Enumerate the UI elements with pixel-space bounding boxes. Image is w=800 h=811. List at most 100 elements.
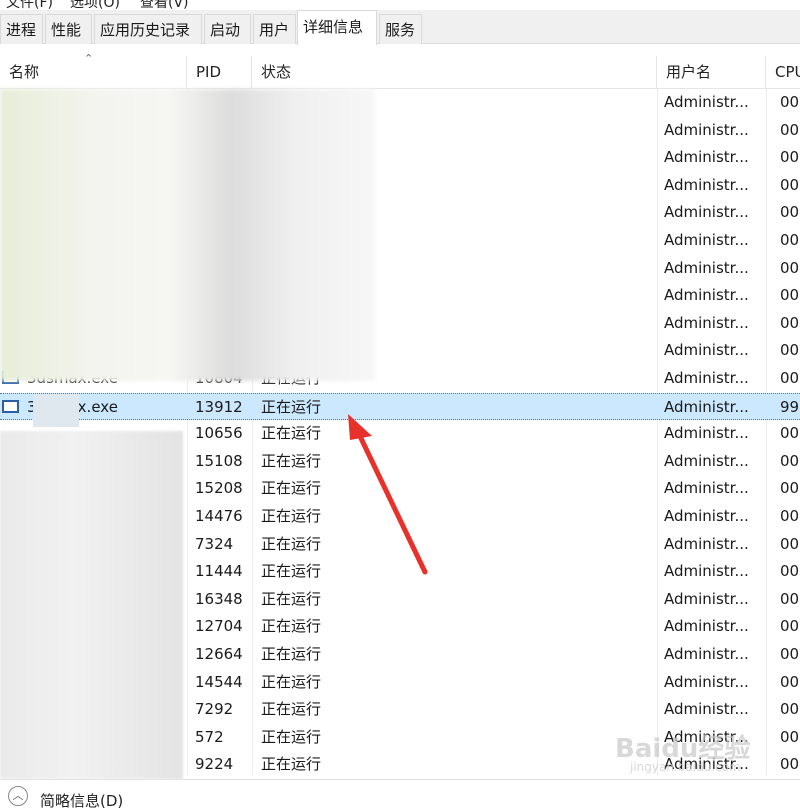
process-pid: 15108 (195, 451, 243, 470)
process-cpu: 00 (780, 369, 800, 387)
process-user: Administr... (664, 672, 749, 691)
column-header-cpu[interactable]: CPU (766, 56, 800, 89)
process-user: Administr... (664, 507, 749, 525)
process-pid: 12664 (195, 645, 243, 663)
process-cpu: 00 (780, 672, 800, 691)
process-cpu: 00 (780, 120, 800, 139)
process-pid: 13912 (195, 397, 243, 416)
process-cpu: 00 (780, 507, 800, 525)
process-user: Administr... (664, 700, 749, 719)
watermark-url: jingyan.baidu.com (630, 760, 741, 774)
process-pid: 572 (195, 727, 224, 746)
process-user: Administr... (664, 534, 749, 553)
process-pid: 9224 (195, 755, 234, 774)
sort-ascending-icon: ⌃ (84, 52, 94, 65)
process-pid: 11444 (195, 562, 243, 581)
process-status: 正在运行 (261, 617, 322, 636)
process-user: Administr... (664, 369, 749, 387)
process-user: Administr... (664, 645, 749, 663)
process-status: 正在运行 (261, 755, 322, 774)
process-user: Administr... (664, 617, 749, 636)
process-cpu: 00 (780, 645, 800, 663)
process-user: Administr... (664, 148, 749, 167)
process-cpu: 00 (780, 313, 800, 332)
process-cpu: 00 (780, 755, 800, 774)
process-user: Administr... (664, 203, 749, 222)
process-pid: 15208 (195, 479, 243, 498)
process-cpu: 99 (780, 397, 800, 416)
process-user: Administr... (664, 93, 749, 111)
tab-users[interactable]: 用户 (253, 14, 296, 44)
process-pid: 7292 (195, 700, 234, 719)
process-cpu: 00 (780, 175, 800, 194)
tab-performance[interactable]: 性能 (45, 14, 92, 44)
process-status: 正在运行 (261, 397, 322, 416)
process-pid: 14476 (195, 507, 243, 525)
process-status: 正在运行 (261, 672, 322, 691)
process-user: Administr... (664, 397, 749, 416)
column-header-name[interactable]: 名称 (0, 56, 187, 89)
redacted-area (0, 431, 183, 779)
tab-details[interactable]: 详细信息 (297, 10, 377, 45)
process-cpu: 00 (780, 617, 800, 636)
process-cpu: 00 (780, 424, 800, 443)
fewer-details-link[interactable]: 简略信息(D) (40, 790, 123, 811)
menu-file[interactable]: 文件(F) (6, 0, 53, 10)
process-pid: 7324 (195, 534, 234, 553)
process-cpu: 00 (780, 589, 800, 608)
process-cpu: 00 (780, 148, 800, 167)
process-user: Administr... (664, 562, 749, 581)
process-user: Administr... (664, 589, 749, 608)
menu-view[interactable]: 查看(V) (140, 0, 189, 10)
process-cpu: 00 (780, 93, 800, 111)
table-row[interactable]: 3dsmax.exe13912正在运行Administr...99 (0, 392, 800, 421)
process-user: Administr... (664, 231, 749, 249)
process-user: Administr... (664, 286, 749, 305)
redacted-area (0, 89, 375, 381)
process-user: Administr... (664, 341, 749, 360)
process-cpu: 00 (780, 258, 800, 277)
process-status: 正在运行 (261, 645, 322, 663)
chevron-up-icon[interactable]: ︿ (8, 786, 28, 806)
process-user: Administr... (664, 313, 749, 332)
process-user: Administr... (664, 175, 749, 194)
process-cpu: 00 (780, 700, 800, 719)
process-pid: 14544 (195, 672, 243, 691)
process-user: Administr... (664, 424, 749, 443)
process-cpu: 00 (780, 203, 800, 222)
column-header-status[interactable]: 状态 (252, 56, 657, 89)
process-status: 正在运行 (261, 534, 322, 553)
process-status: 正在运行 (261, 479, 322, 498)
process-cpu: 00 (780, 451, 800, 470)
process-status: 正在运行 (261, 700, 322, 719)
process-status: 正在运行 (261, 451, 322, 470)
process-pid: 10656 (195, 424, 243, 443)
process-user: Administr... (664, 258, 749, 277)
process-status: 正在运行 (261, 424, 322, 443)
process-status: 正在运行 (261, 589, 322, 608)
menu-options[interactable]: 选项(O) (70, 0, 120, 10)
process-pid: 16348 (195, 589, 243, 608)
tab-processes[interactable]: 进程 (0, 14, 43, 44)
tab-startup[interactable]: 启动 (204, 14, 251, 44)
footer-bar: ︿ 简略信息(D) (0, 779, 800, 810)
process-status: 正在运行 (261, 727, 322, 746)
menu-bar: 文件(F) 选项(O) 查看(V) (0, 0, 800, 10)
tab-services[interactable]: 服务 (379, 14, 422, 44)
process-cpu: 00 (780, 727, 800, 746)
process-user: Administr... (664, 479, 749, 498)
table-header: 名称 PID 状态 用户名 CPU (0, 56, 800, 89)
column-header-pid[interactable]: PID (187, 56, 252, 89)
tab-bar: 进程 性能 应用历史记录 启动 用户 详细信息 服务 (0, 10, 800, 45)
process-cpu: 00 (780, 341, 800, 360)
process-cpu: 00 (780, 534, 800, 553)
tab-app-history[interactable]: 应用历史记录 (94, 14, 202, 44)
process-cpu: 00 (780, 562, 800, 581)
process-user: Administr... (664, 120, 749, 139)
window-app-icon (2, 399, 19, 413)
process-user: Administr... (664, 451, 749, 470)
process-status: 正在运行 (261, 562, 322, 581)
process-cpu: 00 (780, 286, 800, 305)
redacted-area (33, 394, 79, 427)
column-header-user[interactable]: 用户名 (657, 56, 766, 89)
